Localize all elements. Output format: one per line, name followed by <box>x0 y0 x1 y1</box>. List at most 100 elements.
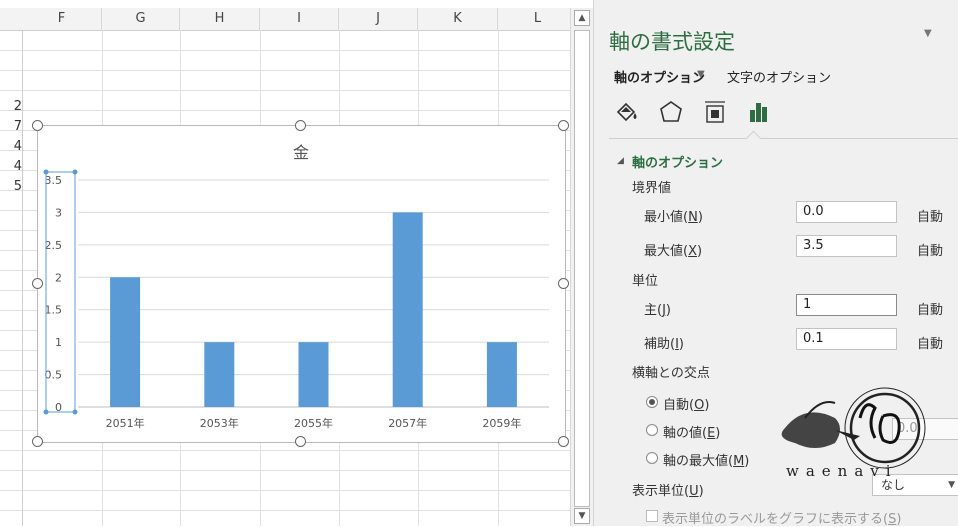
show-units-label-checkbox[interactable] <box>646 510 658 522</box>
min-label: 最小値(N) <box>644 210 703 225</box>
resize-handle-bottom[interactable] <box>295 436 306 447</box>
tab-axis-options[interactable]: 軸のオプション <box>614 67 705 86</box>
bounds-label: 境界値 <box>632 181 672 196</box>
y-tick-label: 2.5 <box>45 239 63 252</box>
x-tick-label: 2059年 <box>482 416 521 430</box>
x-tick-label: 2053年 <box>200 416 239 430</box>
minor-label: 補助(I) <box>644 337 684 352</box>
cell-value[interactable]: 7 <box>0 117 22 137</box>
radio-cross-auto-label[interactable]: 自動(O) <box>663 394 709 413</box>
row-gridline <box>0 470 570 471</box>
row-gridline <box>0 490 570 491</box>
cell-value[interactable]: 4 <box>0 157 22 177</box>
scroll-thumb[interactable] <box>574 30 590 507</box>
spreadsheet-grid[interactable]: F G H I J K L 2 7 4 4 5 金 0 0.5 1 1.5 2 2.5 3 3… <box>0 0 570 526</box>
y-axis-selection-handle <box>43 409 49 415</box>
row-gridline <box>0 110 570 111</box>
column-header-g[interactable]: G <box>102 8 180 30</box>
y-tick-label: 2 <box>55 271 62 284</box>
row-gridline <box>0 510 570 511</box>
collapse-triangle-icon[interactable]: ◢ <box>617 156 624 166</box>
resize-handle-left[interactable] <box>32 278 43 289</box>
x-axis-tick-labels: 2051年 2053年 2055年 2057年 2059年 <box>106 416 522 430</box>
row-gridline <box>0 450 570 451</box>
radio-cross-max[interactable] <box>646 452 658 464</box>
column-header-j[interactable]: J <box>339 8 418 30</box>
pane-title: 軸の書式設定 <box>609 30 735 54</box>
column-header-h[interactable]: H <box>180 8 260 30</box>
max-label: 最大値(X) <box>644 244 703 259</box>
show-units-label-text: 表示単位のラベルをグラフに表示する(S) <box>662 512 902 527</box>
chart-bar <box>204 342 235 407</box>
cell-value[interactable]: 5 <box>0 177 22 197</box>
y-tick-label: 3.5 <box>45 174 63 187</box>
column-header-k[interactable]: K <box>418 8 498 30</box>
units-label: 単位 <box>632 274 659 289</box>
column-header-bar: F G H I J K L <box>0 8 570 31</box>
chart-bar <box>392 212 423 407</box>
display-units-label: 表示単位(U) <box>632 484 704 499</box>
minor-auto-label[interactable]: 自動 <box>917 333 943 352</box>
crosses-label: 横軸との交点 <box>632 366 710 381</box>
row-gridline <box>0 70 570 71</box>
resize-handle-right[interactable] <box>558 278 569 289</box>
divider <box>609 138 958 139</box>
y-axis-selection-handle <box>72 169 78 175</box>
minor-unit-input[interactable]: 0.1 <box>796 328 897 350</box>
section-axis-options[interactable]: 軸のオプション <box>632 152 723 171</box>
scroll-up-icon[interactable]: ▲ <box>574 10 590 26</box>
radio-cross-value[interactable] <box>646 424 658 436</box>
axis-options-icon[interactable] <box>745 98 773 126</box>
resize-handle-bottom-left[interactable] <box>32 436 43 447</box>
tab-text-options[interactable]: 文字のオプション <box>727 67 831 86</box>
resize-handle-top[interactable] <box>295 120 306 131</box>
chart-title[interactable]: 金 <box>293 143 309 162</box>
row-separator <box>22 30 23 526</box>
scroll-down-icon[interactable]: ▼ <box>574 508 590 524</box>
x-tick-label: 2055年 <box>294 416 333 430</box>
waenavi-logo-text: waenavi <box>786 462 898 480</box>
vertical-scrollbar[interactable]: ▲ ▼ <box>570 8 593 526</box>
x-tick-label: 2057年 <box>388 416 427 430</box>
row-gridline <box>0 50 570 51</box>
max-auto-label[interactable]: 自動 <box>917 240 943 259</box>
chevron-down-icon: ▼ <box>948 480 955 490</box>
effects-icon[interactable] <box>657 98 685 126</box>
column-header-f[interactable]: F <box>22 8 102 30</box>
radio-cross-max-label[interactable]: 軸の最大値(M) <box>663 450 749 469</box>
max-bound-input[interactable]: 3.5 <box>796 235 897 257</box>
chart-bar <box>486 342 517 407</box>
y-tick-label: 1.5 <box>45 304 63 317</box>
column-header-i[interactable]: I <box>260 8 339 30</box>
chart-bar <box>110 277 141 407</box>
major-unit-input[interactable]: 1 <box>796 294 897 316</box>
y-tick-label: 3 <box>55 206 62 219</box>
chart-plot-svg: 金 00.511.522.533.5 2051年 2053年 2055年 2057年 2… <box>43 143 549 430</box>
resize-handle-top-right[interactable] <box>558 120 569 131</box>
y-axis-tick-labels: 00.511.522.533.5 <box>45 174 63 414</box>
selected-tab-indicator <box>745 130 762 147</box>
bar-chart[interactable]: 金 0 0.5 1 1.5 2 2.5 3 3.5 2051年 2053年 2055年 2057年 2… <box>37 125 566 443</box>
radio-cross-auto[interactable] <box>646 396 658 408</box>
min-bound-input[interactable]: 0.0 <box>796 201 897 223</box>
y-tick-label: 0.5 <box>45 369 63 382</box>
column-header-l[interactable]: L <box>498 8 570 30</box>
resize-handle-bottom-right[interactable] <box>558 436 569 447</box>
fill-line-icon[interactable] <box>612 98 640 126</box>
x-tick-label: 2051年 <box>106 416 145 430</box>
y-axis-selection-handle <box>72 409 78 415</box>
y-axis-selection-handle <box>43 169 49 175</box>
radio-cross-value-label[interactable]: 軸の値(E) <box>663 422 720 441</box>
row-gridline <box>0 90 570 91</box>
major-label: 主(J) <box>644 303 671 318</box>
major-auto-label[interactable]: 自動 <box>917 299 943 318</box>
chart-bar <box>298 342 329 407</box>
cell-value[interactable]: 4 <box>0 137 22 157</box>
cell-value[interactable]: 2 <box>0 97 22 117</box>
resize-handle-top-left[interactable] <box>32 120 43 131</box>
chevron-down-icon[interactable]: ▼ <box>697 69 705 80</box>
pane-options-icon[interactable]: ▼ <box>924 28 932 39</box>
size-properties-icon[interactable] <box>701 98 729 126</box>
y-tick-label: 1 <box>55 336 62 349</box>
min-auto-label[interactable]: 自動 <box>917 206 943 225</box>
